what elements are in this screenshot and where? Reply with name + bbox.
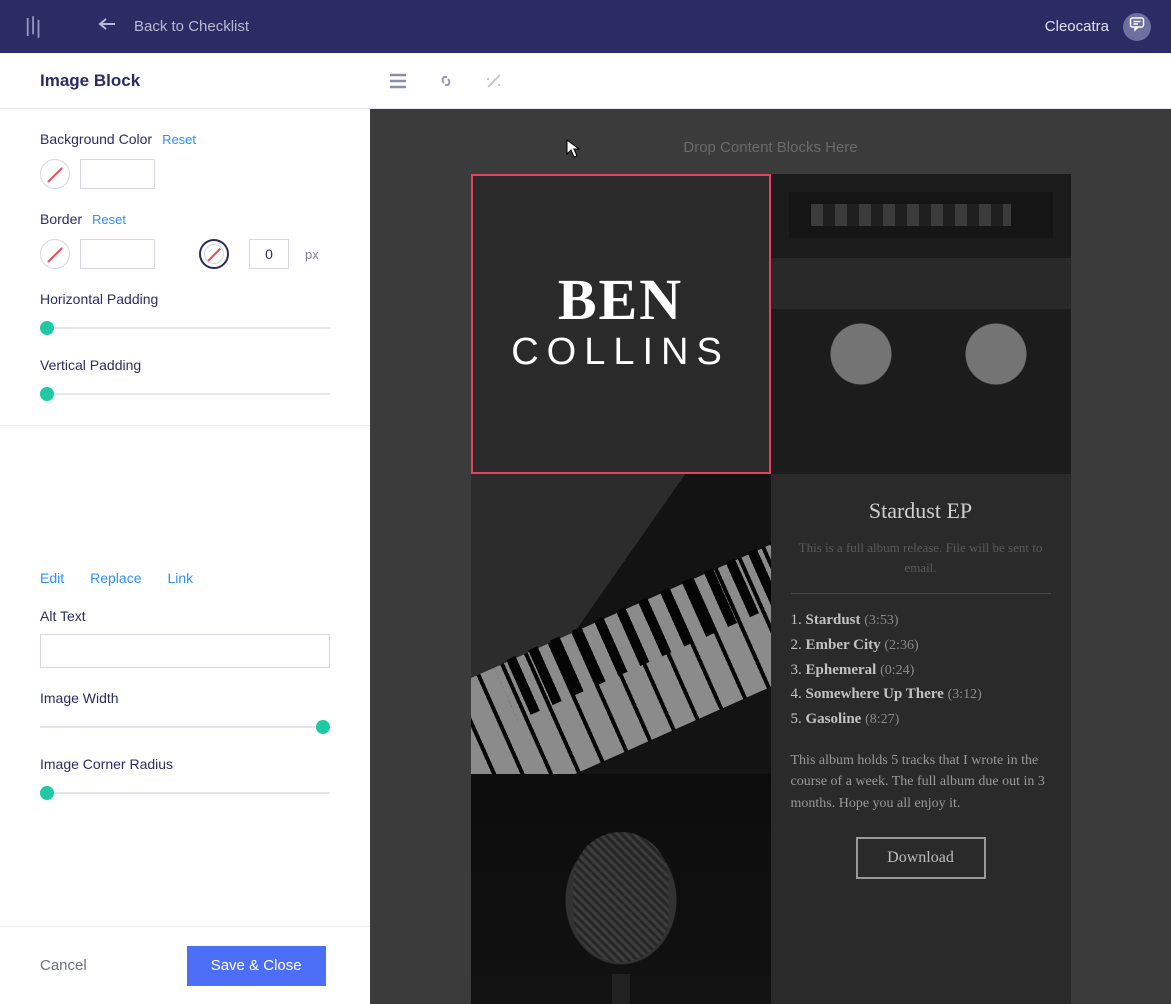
bg-color-input[interactable] (80, 159, 155, 189)
album-subtitle: This is a full album release. File will … (791, 538, 1051, 577)
border-width-unit: px (305, 247, 319, 262)
image-edit-link[interactable]: Edit (40, 570, 64, 586)
album-title: Stardust EP (791, 498, 1051, 524)
border-width-input[interactable] (249, 239, 289, 269)
track-row: 4. Somewhere Up There (3:12) (791, 682, 1051, 707)
image-block-tape-deck[interactable] (771, 174, 1071, 474)
track-row: 5. Gasoline (8:27) (791, 707, 1051, 732)
tape-deck-image (771, 174, 1071, 474)
image-width-slider[interactable] (40, 720, 330, 734)
v-padding-label: Vertical Padding (40, 357, 330, 373)
chat-button[interactable] (1123, 13, 1151, 41)
sidebar-footer: Cancel Save & Close (0, 926, 370, 1004)
panel-title: Image Block (0, 71, 370, 91)
back-to-checklist-button[interactable]: Back to Checklist (98, 17, 249, 36)
selected-image-block[interactable]: BEN COLLINS (471, 174, 771, 474)
back-label: Back to Checklist (134, 18, 249, 35)
corner-radius-slider[interactable] (40, 786, 330, 800)
h-padding-slider[interactable] (40, 321, 330, 335)
border-color-none-swatch[interactable] (40, 239, 70, 269)
arrow-left-icon (98, 17, 116, 36)
image-block-microphone[interactable] (471, 774, 771, 1004)
image-block-piano[interactable] (471, 474, 771, 774)
username-label[interactable]: Cleocatra (1045, 18, 1109, 35)
logo-text-top: BEN (558, 274, 683, 326)
border-reset[interactable]: Reset (92, 212, 126, 227)
properties-sidebar: Background Color Reset Border Reset (0, 109, 370, 1004)
image-link-link[interactable]: Link (168, 570, 194, 586)
sub-header: Image Block (0, 53, 1171, 109)
dropzone-label[interactable]: Drop Content Blocks Here (370, 109, 1171, 174)
bg-color-label: Background Color (40, 131, 152, 147)
microphone-image (471, 774, 771, 1004)
app-logo (20, 13, 48, 41)
image-replace-link[interactable]: Replace (90, 570, 141, 586)
email-preview: BEN COLLINS Stardust EP This is a full a… (471, 174, 1071, 1004)
border-style-picker[interactable] (199, 239, 229, 269)
track-row: 1. Stardust (3:53) (791, 608, 1051, 633)
info-divider (791, 593, 1051, 594)
image-width-label: Image Width (40, 690, 330, 706)
bg-color-reset[interactable]: Reset (162, 132, 196, 147)
top-header: Back to Checklist Cleocatra (0, 0, 1171, 53)
bg-color-none-swatch[interactable] (40, 159, 70, 189)
border-label: Border (40, 211, 82, 227)
magic-view-icon[interactable] (484, 71, 504, 91)
logo-text-bottom: COLLINS (511, 331, 730, 374)
editor-canvas: Drop Content Blocks Here BEN COLLINS Sta… (370, 109, 1171, 1004)
border-color-input[interactable] (80, 239, 155, 269)
track-row: 3. Ephemeral (0:24) (791, 658, 1051, 683)
alt-text-label: Alt Text (40, 608, 330, 624)
corner-radius-label: Image Corner Radius (40, 756, 330, 772)
album-info-block[interactable]: Stardust EP This is a full album release… (771, 474, 1071, 774)
empty-cell (771, 774, 1071, 1004)
cancel-button[interactable]: Cancel (40, 957, 87, 974)
v-padding-slider[interactable] (40, 387, 330, 401)
alt-text-input[interactable] (40, 634, 330, 668)
content-view-icon[interactable] (388, 71, 408, 91)
track-row: 2. Ember City (2:36) (791, 633, 1051, 658)
save-close-button[interactable]: Save & Close (187, 946, 326, 986)
chat-icon (1129, 16, 1145, 37)
track-list: 1. Stardust (3:53) 2. Ember City (2:36) … (791, 608, 1051, 732)
link-view-icon[interactable] (436, 71, 456, 91)
h-padding-label: Horizontal Padding (40, 291, 330, 307)
piano-image (471, 474, 771, 774)
